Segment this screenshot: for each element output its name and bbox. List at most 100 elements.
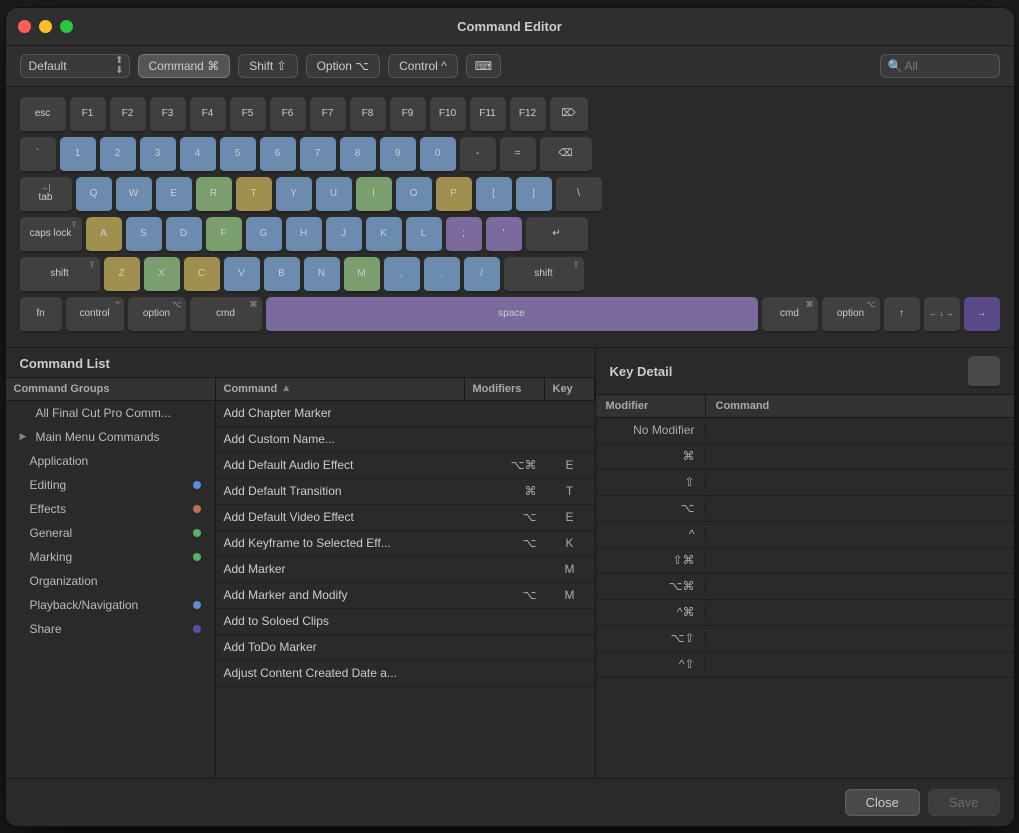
key-v[interactable]: V (224, 257, 260, 293)
key-capslock[interactable]: ⇧caps lock (20, 217, 82, 253)
list-item[interactable]: ⌘ (596, 444, 1014, 470)
group-all-fcp[interactable]: All Final Cut Pro Comm... (6, 401, 215, 425)
key-f12[interactable]: F12 (510, 97, 546, 133)
key-comma[interactable]: , (384, 257, 420, 293)
key-shift-left[interactable]: ⇧shift (20, 257, 100, 293)
key-3[interactable]: 3 (140, 137, 176, 173)
list-item[interactable]: ^⇧ (596, 652, 1014, 678)
key-j[interactable]: J (326, 217, 362, 253)
shift-modifier-btn[interactable]: Shift ⇧ (238, 54, 297, 78)
key-r[interactable]: R (196, 177, 232, 213)
group-marking[interactable]: Marking (6, 545, 215, 569)
key-return[interactable]: ↵ (526, 217, 588, 253)
group-playback[interactable]: Playback/Navigation (6, 593, 215, 617)
key-d[interactable]: D (166, 217, 202, 253)
key-equals[interactable]: = (500, 137, 536, 173)
key-g[interactable]: G (246, 217, 282, 253)
key-f10[interactable]: F10 (430, 97, 466, 133)
group-main-menu[interactable]: ▶ Main Menu Commands (6, 425, 215, 449)
key-x[interactable]: X (144, 257, 180, 293)
key-period[interactable]: . (424, 257, 460, 293)
key-f9[interactable]: F9 (390, 97, 426, 133)
key-control[interactable]: ^control (66, 297, 124, 333)
key-tab[interactable]: →| tab (20, 177, 72, 213)
key-u[interactable]: U (316, 177, 352, 213)
key-f4[interactable]: F4 (190, 97, 226, 133)
key-shift-right[interactable]: ⇧shift (504, 257, 584, 293)
key-s[interactable]: S (126, 217, 162, 253)
key-h[interactable]: H (286, 217, 322, 253)
list-item[interactable]: ⇧⌘ (596, 548, 1014, 574)
key-7[interactable]: 7 (300, 137, 336, 173)
key-esc[interactable]: esc (20, 97, 66, 133)
key-l[interactable]: L (406, 217, 442, 253)
key-minus[interactable]: - (460, 137, 496, 173)
table-row[interactable]: Adjust Content Created Date a... (216, 661, 595, 687)
key-lbracket[interactable]: [ (476, 177, 512, 213)
key-a[interactable]: A (86, 217, 122, 253)
table-row[interactable]: Add Default Video Effect ⌥ E (216, 505, 595, 531)
group-application[interactable]: Application (6, 449, 215, 473)
key-k[interactable]: K (366, 217, 402, 253)
key-4[interactable]: 4 (180, 137, 216, 173)
key-cmd-right[interactable]: ⌘cmd (762, 297, 818, 333)
command-modifier-btn[interactable]: Command ⌘ (138, 54, 231, 78)
key-backspace[interactable]: ⌫ (540, 137, 592, 173)
key-slash[interactable]: / (464, 257, 500, 293)
key-1[interactable]: 1 (60, 137, 96, 173)
table-row[interactable]: Add ToDo Marker (216, 635, 595, 661)
key-leftdownright[interactable]: ← ↓ → (924, 297, 960, 333)
list-item[interactable]: No Modifier (596, 418, 1014, 444)
control-modifier-btn[interactable]: Control ^ (388, 54, 458, 78)
preset-select[interactable]: Default (20, 54, 130, 78)
key-f5[interactable]: F5 (230, 97, 266, 133)
list-item[interactable]: ^⌘ (596, 600, 1014, 626)
group-general[interactable]: General (6, 521, 215, 545)
key-f3[interactable]: F3 (150, 97, 186, 133)
key-b[interactable]: B (264, 257, 300, 293)
key-extra[interactable]: → (964, 297, 1000, 333)
list-item[interactable]: ^ (596, 522, 1014, 548)
key-f7[interactable]: F7 (310, 97, 346, 133)
save-button[interactable]: Save (928, 789, 1000, 816)
list-item[interactable]: ⌥⌘ (596, 574, 1014, 600)
key-f11[interactable]: F11 (470, 97, 506, 133)
key-y[interactable]: Y (276, 177, 312, 213)
table-row[interactable]: Add Marker and Modify ⌥ M (216, 583, 595, 609)
key-z[interactable]: Z (104, 257, 140, 293)
group-organization[interactable]: Organization (6, 569, 215, 593)
keyboard-icon-btn[interactable]: ⌨ (466, 54, 501, 78)
key-delete[interactable]: ⌦ (550, 97, 588, 133)
key-m[interactable]: M (344, 257, 380, 293)
key-t[interactable]: T (236, 177, 272, 213)
key-f8[interactable]: F8 (350, 97, 386, 133)
key-f6[interactable]: F6 (270, 97, 306, 133)
key-8[interactable]: 8 (340, 137, 376, 173)
key-i[interactable]: I (356, 177, 392, 213)
key-f1[interactable]: F1 (70, 97, 106, 133)
key-f[interactable]: F (206, 217, 242, 253)
key-rbracket[interactable]: ] (516, 177, 552, 213)
list-item[interactable]: ⌥⇧ (596, 626, 1014, 652)
key-option-left[interactable]: ⌥option (128, 297, 186, 333)
group-share[interactable]: Share (6, 617, 215, 641)
key-backtick[interactable]: ` (20, 137, 56, 173)
key-p[interactable]: P (436, 177, 472, 213)
key-f2[interactable]: F2 (110, 97, 146, 133)
key-option-right[interactable]: ⌥option (822, 297, 880, 333)
list-item[interactable]: ⇧ (596, 470, 1014, 496)
key-fn[interactable]: fn (20, 297, 62, 333)
fullscreen-button[interactable] (60, 20, 73, 33)
key-0[interactable]: 0 (420, 137, 456, 173)
key-cmd-left[interactable]: ⌘cmd (190, 297, 262, 333)
key-quote[interactable]: ' (486, 217, 522, 253)
table-row[interactable]: Add to Soloed Clips (216, 609, 595, 635)
key-e[interactable]: E (156, 177, 192, 213)
table-row[interactable]: Add Keyframe to Selected Eff... ⌥ K (216, 531, 595, 557)
key-n[interactable]: N (304, 257, 340, 293)
key-2[interactable]: 2 (100, 137, 136, 173)
minimize-button[interactable] (39, 20, 52, 33)
table-row[interactable]: Add Marker M (216, 557, 595, 583)
key-6[interactable]: 6 (260, 137, 296, 173)
key-backslash[interactable]: \ (556, 177, 602, 213)
